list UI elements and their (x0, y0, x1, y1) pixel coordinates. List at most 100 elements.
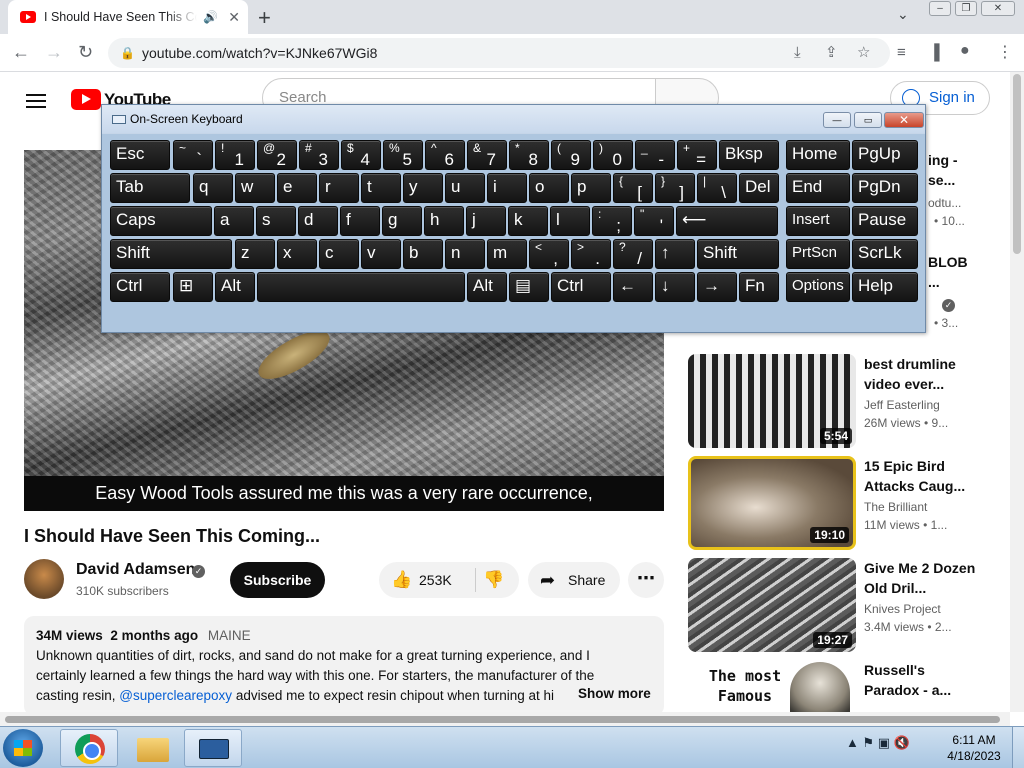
osk-key-fn[interactable]: Fn (739, 272, 779, 302)
taskbar-explorer[interactable] (122, 729, 180, 767)
speaker-icon[interactable]: 🔊 (203, 10, 218, 24)
osk-key-b[interactable]: b (403, 239, 443, 269)
like-icon[interactable]: 👍 (391, 570, 412, 590)
osk-key-symbol[interactable]: <, (529, 239, 569, 269)
osk-key-symbol[interactable]: ← (613, 272, 653, 302)
osk-key-symbol[interactable]: {[ (613, 173, 653, 203)
osk-key-pause[interactable]: Pause (852, 206, 918, 236)
osk-key-home[interactable]: Home (786, 140, 850, 170)
channel-name[interactable]: David Adamsen (76, 561, 195, 579)
osk-key-symbol[interactable]: ~ ` (173, 140, 213, 170)
osk-key-symbol[interactable]: >. (571, 239, 611, 269)
osk-key-symbol[interactable]: ⊞ (173, 272, 213, 302)
osk-key-a[interactable]: a (214, 206, 254, 236)
back-icon[interactable]: ← (12, 42, 30, 63)
osk-key-3[interactable]: #3 (299, 140, 339, 170)
osk-key-bksp[interactable]: Bksp (719, 140, 779, 170)
rec-thumbnail[interactable]: 19:10 (688, 456, 856, 550)
rec-title[interactable]: Give Me 2 Dozen Old Dril... (864, 558, 984, 598)
osk-key-help[interactable]: Help (852, 272, 918, 302)
osk-key-symbol[interactable]: ⟵ (676, 206, 778, 236)
osk-key-6[interactable]: ^ 6 (425, 140, 465, 170)
recommendation-item[interactable]: The most Famous Russell's Paradox - a... (688, 660, 1008, 712)
osk-key-insert[interactable]: Insert (786, 206, 850, 236)
rec-channel[interactable]: Knives Project (864, 602, 941, 616)
lock-icon[interactable]: 🔒 (120, 38, 135, 68)
install-icon[interactable]: ⤓ (794, 38, 801, 68)
address-bar[interactable]: 🔒 youtube.com/watch?v=KJNke67WGi8 ⤓ ⇪ ☆ (108, 38, 890, 68)
show-desktop-button[interactable] (1012, 727, 1024, 768)
chrome-menu-icon[interactable]: ⋮ (997, 42, 1013, 62)
osk-key-1[interactable]: ! 1 (215, 140, 255, 170)
horizontal-scrollbar[interactable] (0, 712, 1010, 726)
osk-key-h[interactable]: h (424, 206, 464, 236)
osk-key-symbol[interactable]: :; (592, 206, 632, 236)
clock[interactable]: 6:11 AM 4/18/2023 (944, 732, 1004, 764)
osk-key-v[interactable]: v (361, 239, 401, 269)
osk-key-symbol[interactable]: }] (655, 173, 695, 203)
osk-key-alt[interactable]: Alt (215, 272, 255, 302)
channel-avatar[interactable] (24, 559, 64, 599)
osk-key-prtscn[interactable]: PrtScn (786, 239, 850, 269)
osk-key-o[interactable]: o (529, 173, 569, 203)
more-actions-button[interactable]: ⋯ (628, 562, 664, 598)
rec-thumbnail[interactable]: 5:54 (688, 354, 856, 448)
osk-key-4[interactable]: $4 (341, 140, 381, 170)
osk-key-l[interactable]: l (550, 206, 590, 236)
osk-key-symbol[interactable]: → (697, 272, 737, 302)
osk-key-symbol[interactable]: ↓ (655, 272, 695, 302)
subscribe-button[interactable]: Subscribe (230, 562, 325, 598)
hamburger-menu-icon[interactable] (26, 90, 46, 112)
osk-key-ctrl[interactable]: Ctrl (110, 272, 170, 302)
osk-key-del[interactable]: Del (739, 173, 779, 203)
osk-key-e[interactable]: e (277, 173, 317, 203)
osk-key-pgdn[interactable]: PgDn (852, 173, 918, 203)
bookmark-star-icon[interactable]: ☆ (857, 38, 870, 68)
osk-key-g[interactable]: g (382, 206, 422, 236)
osk-key-ctrl[interactable]: Ctrl (551, 272, 611, 302)
like-count[interactable]: 253K (419, 572, 452, 588)
rec-title-partial[interactable]: BLOB (928, 252, 968, 272)
reload-icon[interactable]: ↻ (78, 42, 93, 63)
osk-key-9[interactable]: (9 (551, 140, 591, 170)
minimize-button[interactable]: – (929, 1, 951, 16)
osk-key-symbol[interactable]: ▤ (509, 272, 549, 302)
show-more-button[interactable]: Show more (564, 684, 651, 704)
taskbar-osk[interactable] (184, 729, 242, 767)
osk-key-esc[interactable]: Esc (110, 140, 170, 170)
osk-key-pgup[interactable]: PgUp (852, 140, 918, 170)
new-tab-button[interactable]: + (258, 5, 271, 31)
osk-key-2[interactable]: @2 (257, 140, 297, 170)
close-window-button[interactable]: ✕ (981, 1, 1015, 16)
osk-key-0[interactable]: ) 0 (593, 140, 633, 170)
dislike-icon[interactable]: 👎 (483, 570, 504, 590)
osk-key-scrlk[interactable]: ScrLk (852, 239, 918, 269)
tab-close-icon[interactable]: ✕ (228, 9, 240, 26)
osk-key-symbol[interactable]: + = (677, 140, 717, 170)
rec-channel[interactable]: Jeff Easterling (864, 398, 940, 412)
osk-key-caps[interactable]: Caps (110, 206, 212, 236)
osk-maximize-button[interactable]: ▭ (854, 112, 882, 128)
osk-key-k[interactable]: k (508, 206, 548, 236)
rec-title[interactable]: best drumline video ever... (864, 354, 984, 394)
rec-title-partial[interactable]: ing - (928, 150, 958, 170)
osk-key-q[interactable]: q (193, 173, 233, 203)
osk-key-5[interactable]: % 5 (383, 140, 423, 170)
osk-key-t[interactable]: t (361, 173, 401, 203)
osk-key-c[interactable]: c (319, 239, 359, 269)
osk-key-alt[interactable]: Alt (467, 272, 507, 302)
osk-key-options[interactable]: Options (786, 272, 850, 302)
location-tag[interactable]: MAINE (208, 628, 251, 643)
video-description[interactable]: 34M views 2 months ago MAINE Unknown qua… (24, 616, 664, 716)
share-page-icon[interactable]: ⇪ (825, 38, 838, 68)
rec-thumbnail[interactable]: 19:27 (688, 558, 856, 652)
osk-minimize-button[interactable]: — (823, 112, 851, 128)
osk-key-d[interactable]: d (298, 206, 338, 236)
forward-icon[interactable]: → (45, 42, 63, 63)
osk-key-symbol[interactable]: | \ (697, 173, 737, 203)
taskbar-chrome[interactable] (60, 729, 118, 767)
osk-key-z[interactable]: z (235, 239, 275, 269)
osk-key-i[interactable]: i (487, 173, 527, 203)
osk-titlebar[interactable]: On-Screen Keyboard — ▭ ✕ (102, 105, 925, 133)
tab-search-icon[interactable]: ⌄ (897, 6, 909, 23)
